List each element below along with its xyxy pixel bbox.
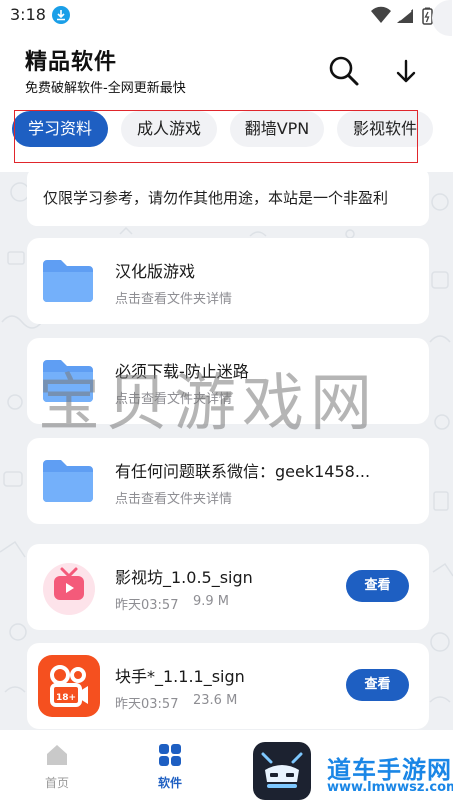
app-time: 昨天03:57 — [115, 697, 179, 712]
notice-text: 仅限学习参考，请勿作其他用途，本站是一个非盈利 — [43, 189, 389, 207]
folder-icon — [43, 260, 93, 302]
status-bar: 3:18 — [0, 0, 453, 32]
page-title: 精品软件 — [25, 50, 118, 75]
home-icon — [47, 745, 67, 765]
notice-banner: 仅限学习参考，请勿作其他用途，本站是一个非盈利 — [27, 168, 429, 226]
app-size: 9.9 M — [193, 594, 230, 609]
folder-title: 汉化版游戏 — [115, 262, 196, 281]
folder-icon — [43, 460, 93, 502]
folder-subtitle: 点击查看文件夹详情 — [115, 492, 233, 507]
app-item[interactable]: 影视坊_1.0.5_sign 昨天03:57 9.9 M 查看 — [27, 544, 429, 630]
app-time: 昨天03:57 — [115, 598, 179, 613]
search-icon — [329, 56, 359, 86]
nav-home[interactable]: 首页 — [27, 742, 87, 791]
page-subtitle: 免费破解软件-全网更新最快 — [25, 81, 186, 96]
folder-subtitle: 点击查看文件夹详情 — [115, 392, 233, 407]
grid-icon — [159, 744, 181, 766]
tv-app-icon — [38, 556, 100, 618]
bottom-navigation: 首页 软件 道车手游网 www.lmwwsz.com — [0, 730, 453, 805]
folder-item[interactable]: 汉化版游戏 点击查看文件夹详情 — [27, 238, 429, 324]
download-icon — [396, 59, 416, 83]
folder-item[interactable]: 有任何问题联系微信：geek1458... 点击查看文件夹详情 — [27, 438, 429, 524]
highlight-box — [14, 110, 418, 163]
brand-url: www.lmwwsz.com — [327, 780, 453, 795]
view-button[interactable]: 查看 — [346, 669, 409, 701]
folder-item[interactable]: 必须下载-防止迷路 点击查看文件夹详情 — [27, 338, 429, 424]
folder-title: 有任何问题联系微信：geek1458... — [115, 462, 371, 481]
app-name: 块手*_1.1.1_sign — [115, 667, 245, 686]
battery-icon — [422, 7, 433, 25]
nav-home-label: 首页 — [44, 776, 69, 790]
brand-logo — [253, 742, 311, 800]
system-icons — [363, 6, 443, 26]
kuaishou-app-icon: 18+ — [38, 655, 100, 717]
download-button[interactable] — [389, 54, 423, 88]
svg-text:18+: 18+ — [56, 693, 76, 703]
nav-software[interactable]: 软件 — [140, 742, 200, 791]
download-notification-icon — [52, 6, 70, 24]
folder-icon — [43, 360, 93, 402]
folder-subtitle: 点击查看文件夹详情 — [115, 292, 233, 307]
wifi-icon — [371, 6, 391, 23]
app-name: 影视坊_1.0.5_sign — [115, 568, 253, 587]
status-time: 3:18 — [10, 5, 46, 24]
app-item[interactable]: 18+ 块手*_1.1.1_sign 昨天03:57 23.6 M 查看 — [27, 643, 429, 729]
search-button[interactable] — [327, 54, 361, 88]
view-button[interactable]: 查看 — [346, 570, 409, 602]
signal-icon — [397, 9, 413, 23]
app-size: 23.6 M — [193, 693, 238, 708]
nav-software-label: 软件 — [157, 776, 182, 790]
folder-title: 必须下载-防止迷路 — [115, 362, 249, 381]
